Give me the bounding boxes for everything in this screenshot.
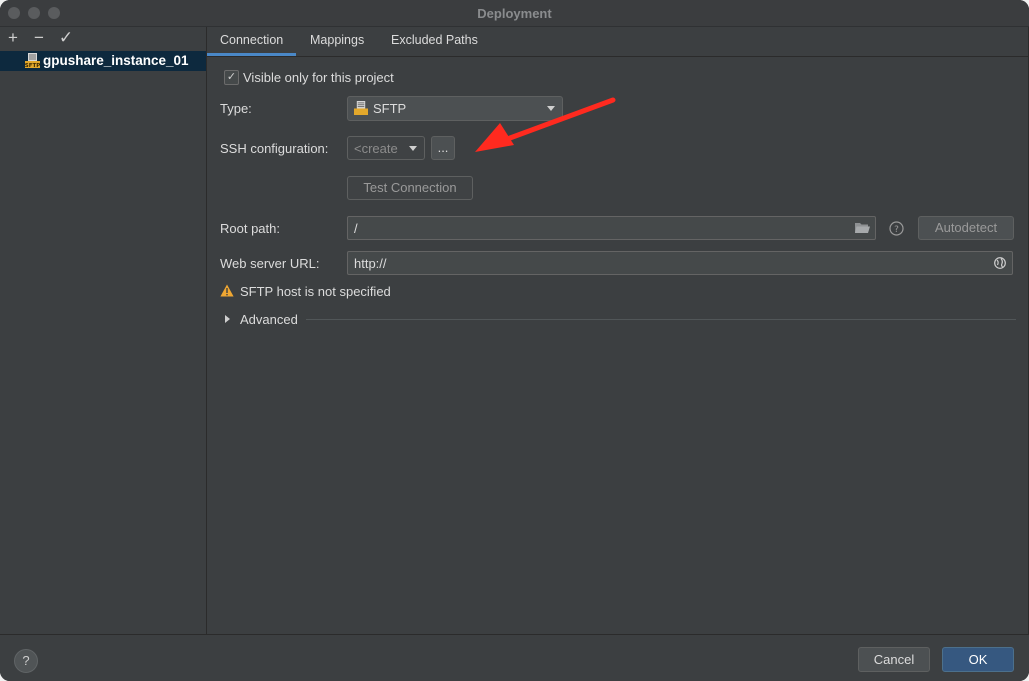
svg-text:SFTP: SFTP (25, 63, 40, 68)
window-title: Deployment (0, 6, 1029, 21)
root-path-field[interactable]: / (347, 216, 876, 240)
type-value: SFTP (373, 101, 406, 116)
tab-excluded-paths[interactable]: Excluded Paths (391, 33, 478, 47)
ok-button[interactable]: OK (942, 647, 1014, 672)
help-button[interactable]: ? (14, 649, 38, 673)
root-path-value: / (354, 221, 358, 236)
ssh-config-more-button[interactable]: ... (431, 136, 455, 160)
visible-only-checkbox[interactable]: ✓ (224, 70, 239, 85)
autodetect-button[interactable]: Autodetect (918, 216, 1014, 240)
dialog-footer: ? Cancel OK (0, 634, 1029, 681)
type-label: Type: (220, 101, 252, 116)
warning-message: SFTP host is not specified (240, 284, 391, 299)
globe-icon[interactable] (994, 257, 1006, 269)
web-server-url-value: http:// (354, 256, 387, 271)
advanced-section-toggle[interactable]: Advanced (240, 312, 298, 327)
chevron-right-icon[interactable] (225, 315, 230, 323)
title-bar: Deployment (0, 0, 1029, 27)
add-server-button[interactable]: + (4, 29, 22, 47)
active-tab-indicator (207, 53, 296, 56)
warning-icon (220, 284, 234, 297)
tab-connection[interactable]: Connection (220, 33, 283, 47)
deployment-dialog: Deployment + − ✓ SFTP gpushare_instance_… (0, 0, 1029, 681)
tab-mappings[interactable]: Mappings (310, 33, 364, 47)
sftp-server-icon: SFTP (25, 53, 40, 68)
svg-text:?: ? (894, 225, 899, 235)
test-connection-button[interactable]: Test Connection (347, 176, 473, 200)
ssh-config-value: <create (354, 141, 398, 156)
apply-default-button[interactable]: ✓ (57, 29, 75, 47)
chevron-down-icon (409, 146, 417, 151)
web-server-url-label: Web server URL: (220, 256, 319, 271)
red-arrow-annotation (470, 95, 620, 157)
server-list-pane: + − ✓ SFTP gpushare_instance_01 (0, 27, 207, 634)
ssh-config-label: SSH configuration: (220, 141, 328, 156)
ssh-config-dropdown[interactable]: <create (347, 136, 425, 160)
web-server-url-field[interactable]: http:// (347, 251, 1013, 275)
server-name: gpushare_instance_01 (43, 53, 189, 68)
tab-bar: Connection Mappings Excluded Paths (207, 27, 1029, 57)
visible-only-label: Visible only for this project (243, 70, 394, 85)
folder-icon[interactable] (855, 222, 870, 234)
remove-server-button[interactable]: − (30, 29, 48, 47)
cancel-button[interactable]: Cancel (858, 647, 930, 672)
advanced-divider (306, 319, 1016, 320)
server-list-item[interactable]: SFTP gpushare_instance_01 (0, 51, 206, 71)
sftp-icon (354, 101, 368, 115)
help-icon[interactable]: ? (889, 221, 904, 236)
root-path-label: Root path: (220, 221, 280, 236)
